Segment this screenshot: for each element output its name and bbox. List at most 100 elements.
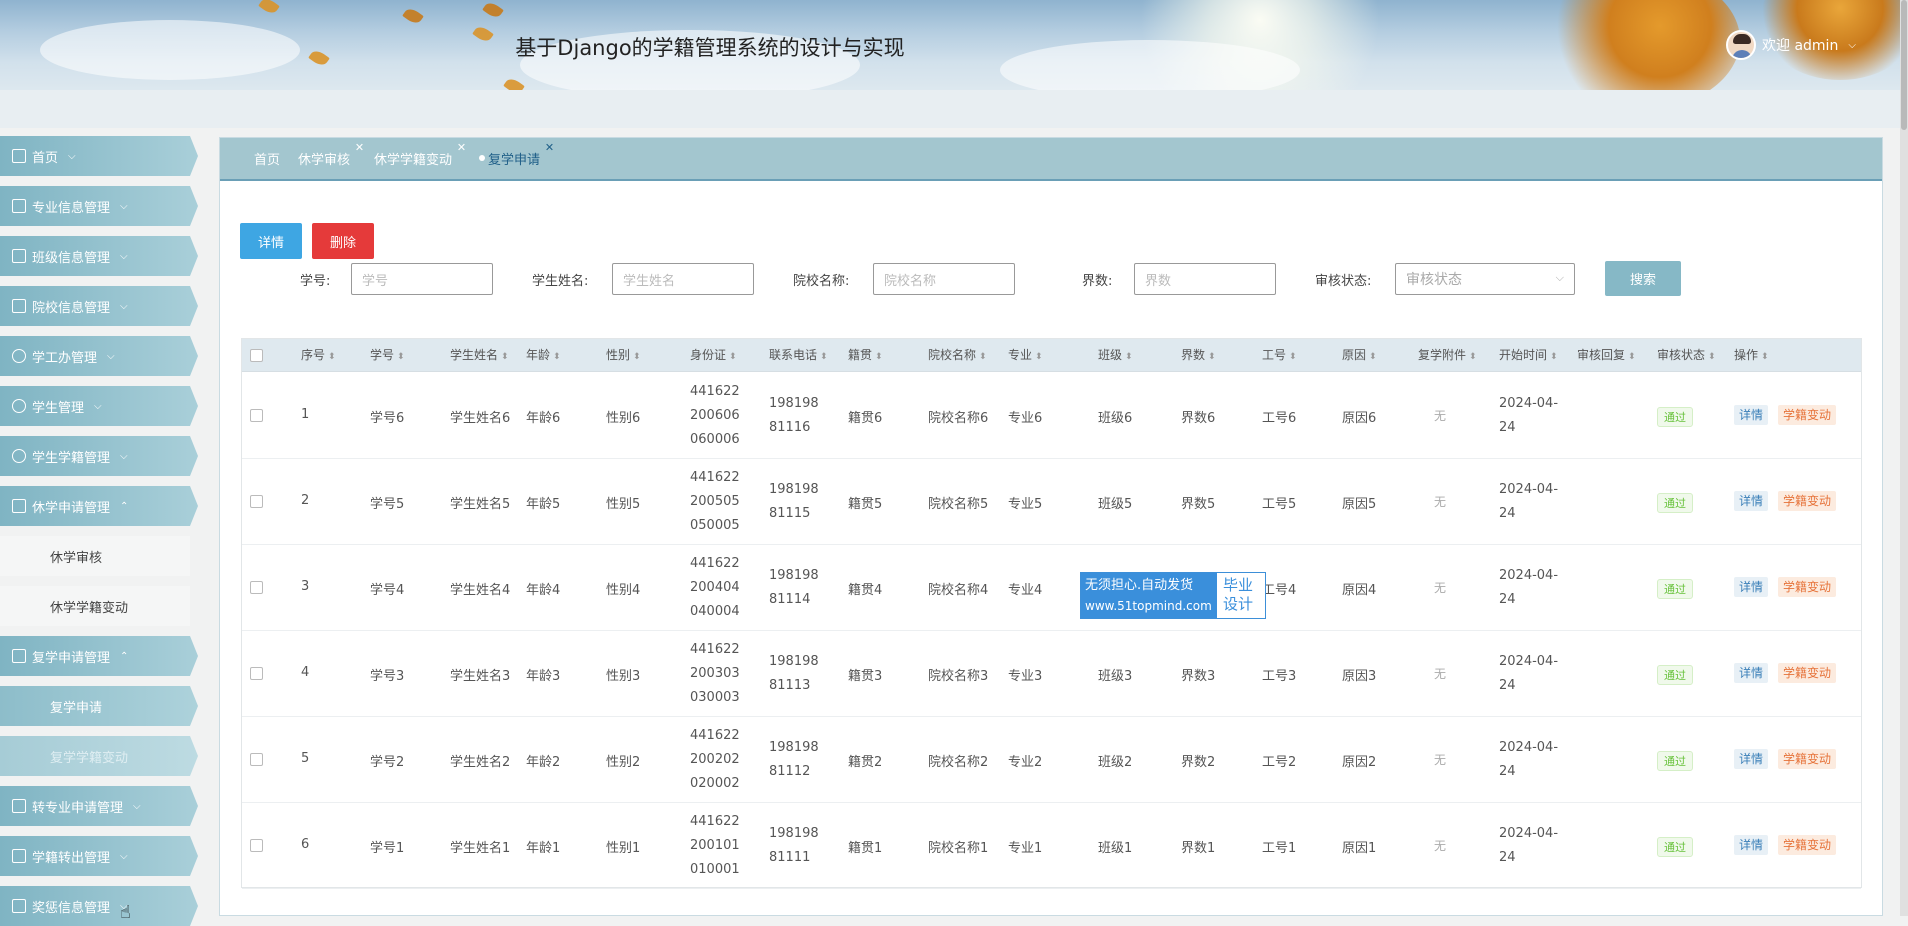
tab-resume-apply[interactable]: 复学申请 ✕ — [479, 141, 554, 168]
sort-icon[interactable]: ⬍ — [729, 352, 737, 362]
sort-icon[interactable]: ⬍ — [397, 352, 405, 362]
column-header-id-card[interactable]: 身份证 ⬍ — [690, 339, 737, 372]
row-status-change-button[interactable]: 学籍变动 — [1778, 749, 1837, 769]
school-name-input[interactable]: 院校名称 — [873, 263, 1015, 295]
sidebar-item-class[interactable]: 班级信息管理 ⌵ — [0, 236, 198, 276]
sidebar-item-student[interactable]: 学生管理 ⌵ — [0, 386, 198, 426]
sidebar-item-home[interactable]: 首页 ⌵ — [0, 136, 198, 176]
sort-icon[interactable]: ⬍ — [1125, 352, 1133, 362]
sidebar-item-resume[interactable]: 复学申请管理 ⌃ — [0, 636, 198, 676]
sort-icon[interactable]: ⬍ — [328, 352, 336, 362]
sort-icon[interactable]: ⬍ — [633, 352, 641, 362]
sort-icon[interactable]: ⬍ — [1208, 352, 1216, 362]
detail-button[interactable]: 详情 — [240, 223, 302, 259]
column-header-school[interactable]: 院校名称 ⬍ — [928, 339, 987, 372]
sort-icon[interactable]: ⬍ — [501, 352, 509, 362]
row-checkbox[interactable] — [250, 839, 263, 852]
chevron-down-icon[interactable]: ⌵ — [1848, 40, 1856, 51]
student-name-input[interactable]: 学生姓名 — [612, 263, 754, 295]
search-button[interactable]: 搜索 — [1605, 261, 1681, 296]
sidebar-sub-leave-review[interactable]: 休学审核 — [0, 536, 190, 576]
close-icon[interactable]: ✕ — [355, 141, 364, 154]
row-checkbox[interactable] — [250, 495, 263, 508]
row-status-change-button[interactable]: 学籍变动 — [1778, 663, 1837, 683]
column-header-name[interactable]: 学生姓名 ⬍ — [450, 339, 509, 372]
row-detail-button[interactable]: 详情 — [1734, 663, 1769, 683]
row-status-change-button[interactable]: 学籍变动 — [1778, 405, 1837, 425]
user-menu[interactable]: 欢迎 admin ⌵ — [1726, 28, 1856, 62]
table-row[interactable]: 1 学号6 学生姓名6 年龄6 性别6 441622200606060006 1981988… — [242, 373, 1861, 459]
avatar[interactable] — [1726, 30, 1756, 60]
column-header-reason[interactable]: 原因 ⬍ — [1342, 339, 1377, 372]
student-no-input[interactable]: 学号 — [351, 263, 493, 295]
table-row[interactable]: 3 学号4 学生姓名4 年龄4 性别4 441622200404040004 1981988… — [242, 545, 1861, 631]
column-header-class[interactable]: 班级 ⬍ — [1098, 339, 1133, 372]
column-header-native-place[interactable]: 籍贯 ⬍ — [848, 339, 883, 372]
row-status-change-button[interactable]: 学籍变动 — [1778, 491, 1837, 511]
sort-icon[interactable]: ⬍ — [553, 352, 561, 362]
column-header-staff-no[interactable]: 工号 ⬍ — [1262, 339, 1297, 372]
table-row[interactable]: 5 学号2 学生姓名2 年龄2 性别2 441622200202020002 1981988… — [242, 717, 1861, 803]
delete-button[interactable]: 删除 — [312, 223, 374, 259]
scrollbar-thumb[interactable] — [1901, 0, 1907, 130]
sidebar-sub-resume-change[interactable]: 复学学籍变动 — [0, 736, 198, 776]
select-all-checkbox[interactable] — [250, 349, 263, 362]
row-detail-button[interactable]: 详情 — [1734, 405, 1769, 425]
row-status-change-button[interactable]: 学籍变动 — [1778, 835, 1837, 855]
sidebar-item-leave[interactable]: 休学申请管理 ⌃ — [0, 486, 198, 526]
sort-icon[interactable]: ⬍ — [1469, 352, 1477, 362]
column-header-seq[interactable]: 序号 ⬍ — [301, 339, 336, 372]
sort-icon[interactable]: ⬍ — [820, 352, 828, 362]
page-scrollbar[interactable] — [1900, 0, 1908, 916]
sort-icon[interactable]: ⬍ — [1035, 352, 1043, 362]
row-status-change-button[interactable]: 学籍变动 — [1778, 577, 1837, 597]
row-detail-button[interactable]: 详情 — [1734, 491, 1769, 511]
sidebar-item-school[interactable]: 院校信息管理 ⌵ — [0, 286, 198, 326]
tab-leave-review[interactable]: 休学审核 ✕ — [298, 141, 364, 168]
table-row[interactable]: 6 学号1 学生姓名1 年龄1 性别1 441622200101010001 1981988… — [242, 803, 1861, 889]
column-header-major[interactable]: 专业 ⬍ — [1008, 339, 1043, 372]
sort-icon[interactable]: ⬍ — [1550, 352, 1558, 362]
sort-icon[interactable]: ⬍ — [1369, 352, 1377, 362]
column-header-grade[interactable]: 界数 ⬍ — [1181, 339, 1216, 372]
sidebar-item-status[interactable]: 学生学籍管理 ⌵ — [0, 436, 198, 476]
column-header-gender[interactable]: 性别 ⬍ — [606, 339, 641, 372]
column-header-attachment[interactable]: 复学附件 ⬍ — [1418, 339, 1477, 372]
row-checkbox[interactable] — [250, 581, 263, 594]
sidebar-item-reward[interactable]: 奖惩信息管理 ⌵ — [0, 886, 198, 926]
sort-icon[interactable]: ⬍ — [1628, 352, 1636, 362]
column-header-age[interactable]: 年龄 ⬍ — [526, 339, 561, 372]
grade-input[interactable]: 界数 — [1134, 263, 1276, 295]
row-checkbox[interactable] — [250, 753, 263, 766]
cell-attachment: 无 — [1434, 495, 1447, 509]
status-select[interactable]: 审核状态 ⌵ — [1395, 263, 1575, 295]
column-header-reply[interactable]: 审核回复 ⬍ — [1577, 339, 1636, 372]
tab-leave-change[interactable]: 休学学籍变动 ✕ — [374, 141, 466, 168]
sidebar-item-major[interactable]: 专业信息管理 ⌵ — [0, 186, 198, 226]
row-detail-button[interactable]: 详情 — [1734, 577, 1769, 597]
column-header-start-time[interactable]: 开始时间 ⬍ — [1499, 339, 1558, 372]
column-header-status[interactable]: 审核状态 ⬍ — [1657, 339, 1716, 372]
sort-icon[interactable]: ⬍ — [1289, 352, 1297, 362]
sort-icon[interactable]: ⬍ — [1761, 352, 1769, 362]
sidebar-sub-leave-change[interactable]: 休学学籍变动 — [0, 586, 190, 626]
column-header-phone[interactable]: 联系电话 ⬍ — [769, 339, 828, 372]
column-header-no[interactable]: 学号 ⬍ — [370, 339, 405, 372]
row-checkbox[interactable] — [250, 409, 263, 422]
sidebar-item-office[interactable]: 学工办管理 ⌵ — [0, 336, 198, 376]
row-detail-button[interactable]: 详情 — [1734, 835, 1769, 855]
column-header-actions[interactable]: 操作 ⬍ — [1734, 339, 1769, 372]
sidebar-sub-resume-apply[interactable]: 复学申请 — [0, 686, 198, 726]
close-icon[interactable]: ✕ — [545, 141, 554, 154]
tab-home[interactable]: 首页 — [254, 149, 280, 168]
sort-icon[interactable]: ⬍ — [1708, 352, 1716, 362]
table-row[interactable]: 2 学号5 学生姓名5 年龄5 性别5 441622200505050005 1981988… — [242, 459, 1861, 545]
sort-icon[interactable]: ⬍ — [875, 352, 883, 362]
sidebar-item-transfer-major[interactable]: 转专业申请管理 ⌵ — [0, 786, 198, 826]
close-icon[interactable]: ✕ — [457, 141, 466, 154]
table-row[interactable]: 4 学号3 学生姓名3 年龄3 性别3 441622200303030003 1981988… — [242, 631, 1861, 717]
sidebar-item-transfer-out[interactable]: 学籍转出管理 ⌵ — [0, 836, 198, 876]
row-detail-button[interactable]: 详情 — [1734, 749, 1769, 769]
sort-icon[interactable]: ⬍ — [979, 352, 987, 362]
row-checkbox[interactable] — [250, 667, 263, 680]
